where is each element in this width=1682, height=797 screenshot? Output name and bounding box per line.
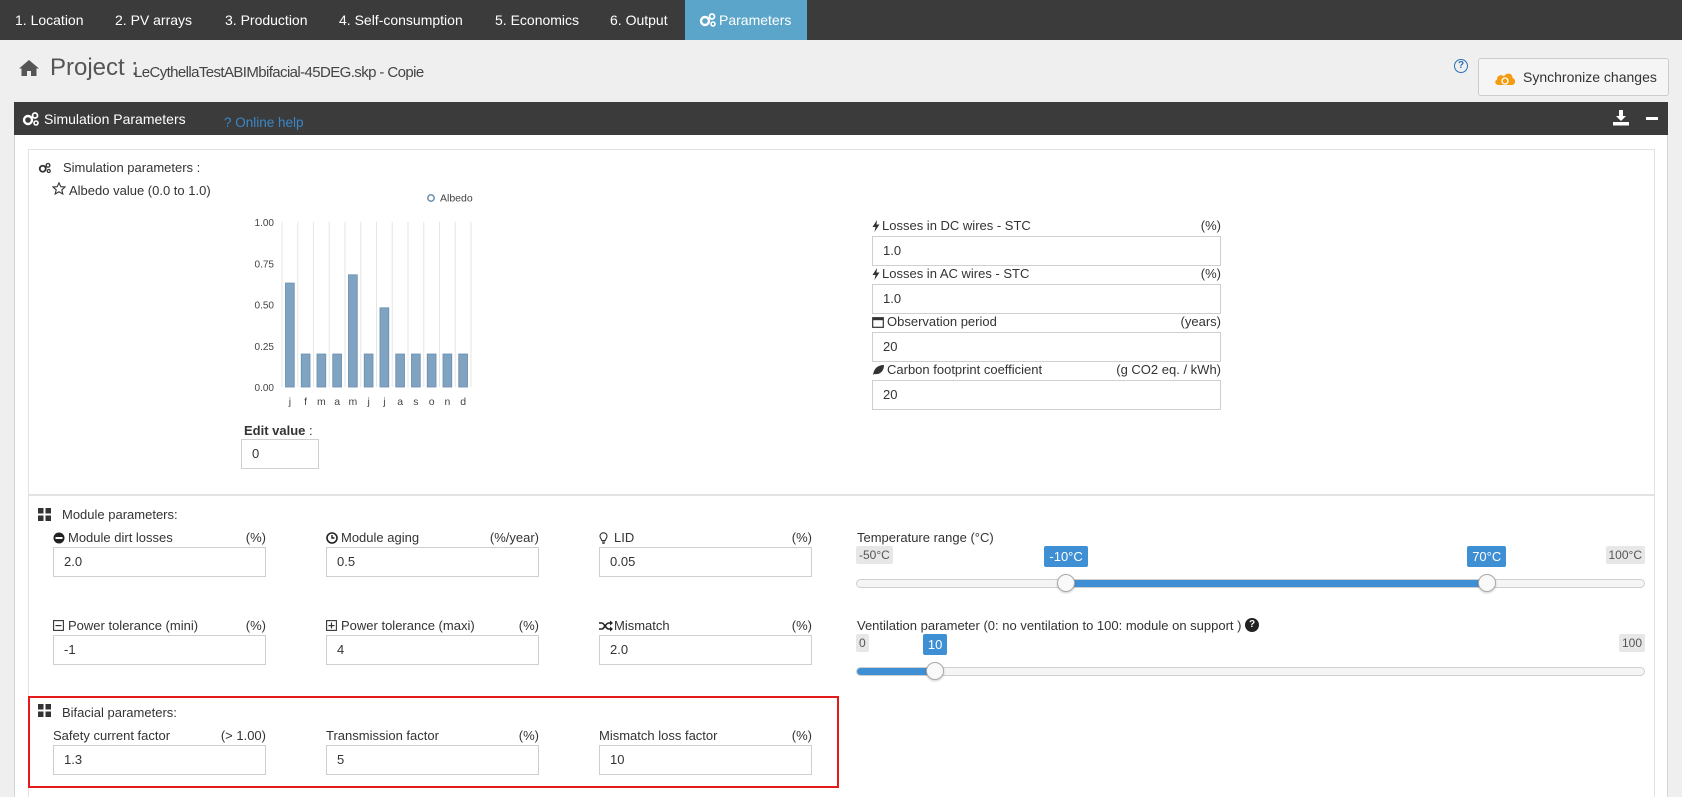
observation-period-input[interactable]: 20 <box>872 332 1221 362</box>
x-tick-label: m <box>349 396 358 408</box>
collapse-icon[interactable] <box>1646 117 1658 120</box>
power-tolerance-maxi-unit: (%) <box>518 618 539 633</box>
cloud-sync-icon <box>1493 70 1517 86</box>
gears-icon <box>38 162 52 174</box>
ventilation-label: Ventilation parameter (0: no ventilation… <box>857 618 1242 633</box>
lid-unit: (%) <box>791 530 812 545</box>
bar-10 <box>426 353 437 388</box>
losses-in-dc-wires-stc-input[interactable]: 1.0 <box>872 236 1221 266</box>
albedo-chart[interactable]: 1.00 0.75 0.50 0.25 0.00 j f m a m j j a s o n d Albedo <box>218 186 488 416</box>
losses-in-ac-wires-stc-input[interactable]: 1.0 <box>872 284 1221 314</box>
lid-input[interactable]: 0.05 <box>599 547 812 577</box>
home-icon[interactable] <box>18 59 40 77</box>
ventilation-handle[interactable] <box>925 662 944 680</box>
x-tick-label: m <box>317 396 326 408</box>
x-tick-label: j <box>366 396 369 408</box>
synchronize-changes-label: Synchronize changes <box>1523 69 1657 85</box>
temperature-low-value: -10°C <box>1044 546 1088 567</box>
losses-in-ac-wires-stc-unit: (%) <box>1200 266 1221 281</box>
tab-economics[interactable]: 5. Economics <box>480 0 594 40</box>
tab-location[interactable]: 1. Location <box>0 0 99 40</box>
edit-value-label: Edit value : <box>244 423 313 438</box>
bar-4 <box>332 353 342 388</box>
bar-3 <box>316 353 327 388</box>
help-icon[interactable]: ? <box>1454 59 1468 73</box>
power-tolerance-mini-unit: (%) <box>245 618 266 633</box>
ventilation-slider-range <box>857 668 935 675</box>
edit-value-input[interactable]: 0 <box>241 439 319 469</box>
tab-production[interactable]: 3. Production <box>210 0 323 40</box>
y-tick-label: 0.25 <box>255 342 275 353</box>
mismatch-input[interactable]: 2.0 <box>599 635 812 665</box>
ventilation-max-label: 100 <box>1618 634 1645 652</box>
power-tolerance-mini-input[interactable]: -1 <box>53 635 266 665</box>
bifacial-highlight-box <box>28 696 839 788</box>
tab-parameters[interactable]: Parameters <box>685 0 807 40</box>
y-tick-label: 0.50 <box>255 301 275 312</box>
temperature-max-label: 100°C <box>1605 546 1645 564</box>
temperature-slider-range <box>1066 580 1488 587</box>
star-icon <box>52 182 66 195</box>
project-name: LeCythellaTestABIMbifacial-45DEG.skp - C… <box>134 64 424 81</box>
bar-1 <box>285 282 295 388</box>
bar-11 <box>442 353 453 388</box>
gears-icon <box>699 12 717 28</box>
bar-8 <box>395 353 405 388</box>
ventilation-slider-track[interactable] <box>856 667 1645 676</box>
synchronize-changes-button[interactable]: Synchronize changes <box>1478 58 1669 96</box>
module-heading: Module parameters: <box>62 507 178 522</box>
ventilation-value: 10 <box>922 634 948 655</box>
losses-in-dc-wires-stc-unit: (%) <box>1200 218 1221 233</box>
carbon-footprint-coefficient-unit: (g CO2 eq. / kWh) <box>1116 362 1221 377</box>
y-tick-label: 0.75 <box>255 259 275 270</box>
bar-6 <box>363 353 374 388</box>
module-aging-input[interactable]: 0.5 <box>326 547 539 577</box>
x-tick-label: a <box>334 396 340 408</box>
temperature-min-label: -50°C <box>856 546 893 564</box>
grid-icon <box>38 508 51 521</box>
power-tolerance-maxi-input[interactable]: 4 <box>326 635 539 665</box>
download-icon[interactable] <box>1612 110 1630 126</box>
mismatch-unit: (%) <box>791 618 812 633</box>
tab-self-consumption[interactable]: 4. Self-consumption <box>324 0 478 40</box>
project-label: Project : <box>50 54 139 81</box>
bar-2 <box>300 353 311 388</box>
bar-12 <box>458 353 468 388</box>
x-tick-label: a <box>397 396 403 408</box>
edit-value-colon: : <box>309 423 313 438</box>
carbon-footprint-coefficient-input[interactable]: 20 <box>872 380 1221 410</box>
albedo-label: Albedo value (0.0 to 1.0) <box>69 183 211 198</box>
temperature-range-label: Temperature range (°C) <box>857 530 994 545</box>
simulation-heading: Simulation parameters : <box>63 160 201 175</box>
module-dirt-losses-unit: (%) <box>245 530 266 545</box>
online-help-link[interactable]: ? Online help <box>224 115 304 130</box>
edit-value-text: Edit value <box>244 423 306 438</box>
tab-parameters-label: Parameters <box>719 12 792 28</box>
x-tick-label: n <box>444 396 450 408</box>
bar-9 <box>411 353 421 388</box>
bar-7 <box>379 307 390 388</box>
x-tick-label: j <box>288 396 291 408</box>
albedo-chart-svg: 1.000.750.500.250.00j f m a m j j a s o n dAlbedo <box>255 193 473 409</box>
panel-title: Simulation Parameters <box>44 111 186 127</box>
module-aging-unit: (%/year) <box>489 530 539 545</box>
tab-pv-arrays[interactable]: 2. PV arrays <box>100 0 207 40</box>
gears-icon <box>22 111 40 127</box>
bar-5 <box>348 274 358 388</box>
tab-output[interactable]: 6. Output <box>595 0 683 40</box>
ventilation-help-icon[interactable]: ? <box>1245 618 1259 632</box>
legend-label: Albedo <box>440 193 473 205</box>
x-tick-label: o <box>429 396 435 408</box>
module-dirt-losses-input[interactable]: 2.0 <box>53 547 266 577</box>
x-tick-label: f <box>304 396 307 408</box>
y-tick-label: 0.00 <box>255 383 275 394</box>
observation-period-unit: (years) <box>1180 314 1221 329</box>
ventilation-min-label: 0 <box>856 634 869 652</box>
x-tick-label: d <box>460 396 466 408</box>
legend-marker <box>427 194 435 202</box>
x-tick-label: j <box>382 396 385 408</box>
x-tick-label: s <box>413 396 418 408</box>
y-tick-label: 1.00 <box>255 218 275 229</box>
temperature-high-value: 70°C <box>1467 546 1507 567</box>
